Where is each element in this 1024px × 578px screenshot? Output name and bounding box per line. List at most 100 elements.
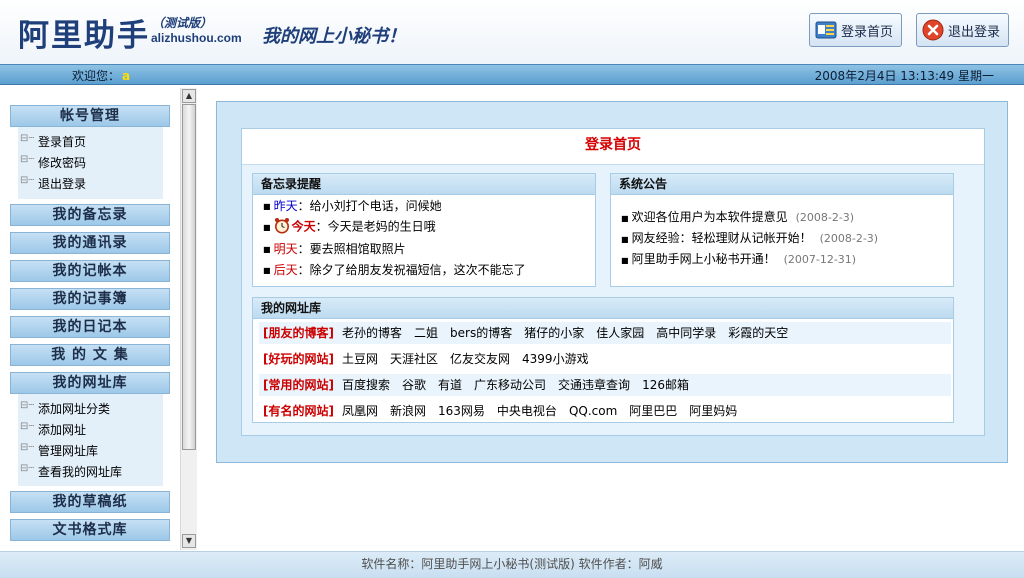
bullet-icon: ■ bbox=[263, 266, 271, 275]
link-site[interactable]: 阿里巴巴 bbox=[629, 404, 677, 418]
app-header: 阿里助手 （测试版） alizhushou.com 我的网上小秘书！ 登录首页 … bbox=[0, 0, 1024, 64]
sidebar-head-diary[interactable]: 我的日记本 bbox=[10, 316, 170, 338]
link-site[interactable]: QQ.com bbox=[569, 404, 617, 418]
tree-line-icon: ⊟┄ bbox=[20, 421, 35, 432]
sidebar-item-label: 添加网址分类 bbox=[38, 402, 111, 416]
link-site[interactable]: 佳人家园 bbox=[596, 326, 644, 340]
sidebar-head-notebook[interactable]: 我的记事簿 bbox=[10, 288, 170, 310]
tree-line-icon: ⊟┄ bbox=[20, 175, 35, 186]
sidebar-links-group: ⊟┄ 添加网址分类 ⊟┄ 添加网址 ⊟┄ 管理网址库 ⊟┄ 查看我的网址库 bbox=[18, 394, 163, 486]
current-datetime: 2008年2月4日 13:13:49 星期一 bbox=[814, 69, 994, 83]
link-site[interactable]: 中央电视台 bbox=[497, 404, 557, 418]
sidebar-head-account[interactable]: 帐号管理 bbox=[10, 105, 170, 127]
link-site[interactable]: 二姐 bbox=[414, 326, 438, 340]
sidebar-item-login-home[interactable]: ⊟┄ 登录首页 bbox=[20, 133, 86, 150]
link-site[interactable]: 有道 bbox=[438, 378, 462, 392]
link-row: [常用的网站] 百度搜索 谷歌 有道 广东移动公司 交通违章查询 126邮箱 bbox=[259, 374, 951, 396]
notice-item[interactable]: ■ 网友经验：轻松理财从记帐开始！ (2008-2-3) bbox=[621, 229, 878, 246]
logout-button[interactable]: 退出登录 bbox=[916, 13, 1009, 47]
tree-line-icon: ⊟┄ bbox=[20, 400, 35, 411]
memo-item[interactable]: ■ 后天：除夕了给朋友发祝福短信，这次不能忘了 bbox=[263, 261, 526, 278]
notice-text: 阿里助手网上小秘书开通！ bbox=[631, 252, 776, 266]
link-site[interactable]: 百度搜索 bbox=[342, 378, 390, 392]
scroll-up-icon[interactable]: ▲ bbox=[182, 89, 196, 103]
link-site[interactable]: 谷歌 bbox=[402, 378, 426, 392]
logo-domain: alizhushou.com bbox=[151, 31, 242, 45]
content-panel: 登录首页 备忘录提醒 ■ 昨天：给小刘打个电话，问候她 ■ 今天：今天是老妈的生日… bbox=[241, 128, 985, 436]
memo-day-label: 后天 bbox=[273, 263, 298, 277]
sidebar-item-manage-links[interactable]: ⊟┄ 管理网址库 bbox=[20, 442, 99, 459]
sidebar-item-logout[interactable]: ⊟┄ 退出登录 bbox=[20, 175, 86, 192]
sidebar-item-add-link[interactable]: ⊟┄ 添加网址 bbox=[20, 421, 87, 438]
sidebar-head-accounts-book[interactable]: 我的记帐本 bbox=[10, 260, 170, 282]
memo-panel-title: 备忘录提醒 bbox=[253, 174, 595, 195]
sidebar-scrollbar[interactable]: ▲ ▼ bbox=[180, 88, 197, 550]
sidebar-item-label: 添加网址 bbox=[38, 423, 87, 437]
welcome-text: 欢迎您： a bbox=[72, 67, 130, 84]
bullet-icon: ■ bbox=[263, 245, 271, 254]
link-site[interactable]: bers的博客 bbox=[450, 326, 512, 340]
alarm-clock-icon bbox=[274, 217, 290, 237]
sidebar-head-memo[interactable]: 我的备忘录 bbox=[10, 204, 170, 226]
link-site[interactable]: 163网易 bbox=[438, 404, 485, 418]
logout-x-icon bbox=[922, 19, 944, 41]
link-site[interactable]: 高中同学录 bbox=[656, 326, 716, 340]
link-site[interactable]: 凤凰网 bbox=[342, 404, 378, 418]
notice-item[interactable]: ■ 阿里助手网上小秘书开通！ (2007-12-31) bbox=[621, 250, 856, 267]
bullet-icon: ■ bbox=[263, 222, 271, 232]
sidebar-item-label: 管理网址库 bbox=[38, 444, 99, 458]
logo-edition: （测试版） bbox=[152, 16, 213, 30]
sidebar-item-change-password[interactable]: ⊟┄ 修改密码 bbox=[20, 154, 86, 171]
link-site[interactable]: 老孙的博客 bbox=[342, 326, 402, 340]
memo-item[interactable]: ■ 今天：今天是老妈的生日哦 bbox=[263, 217, 436, 237]
logout-button-label: 退出登录 bbox=[948, 24, 1001, 40]
tree-line-icon: ⊟┄ bbox=[20, 154, 35, 165]
link-site[interactable]: 4399小游戏 bbox=[522, 352, 589, 366]
memo-item[interactable]: ■ 明天：要去照相馆取照片 bbox=[263, 240, 406, 257]
tree-line-icon: ⊟┄ bbox=[20, 442, 35, 453]
scroll-down-icon[interactable]: ▼ bbox=[182, 534, 196, 548]
memo-day-label: 今天 bbox=[291, 219, 316, 234]
home-page-icon bbox=[815, 19, 837, 41]
sidebar-item-add-category[interactable]: ⊟┄ 添加网址分类 bbox=[20, 400, 111, 417]
username: a bbox=[122, 69, 131, 83]
link-row: [朋友的博客] 老孙的博客 二姐 bers的博客 猪仔的小家 佳人家园 高中同学录 彩霞的天空 bbox=[259, 322, 951, 344]
bullet-icon: ■ bbox=[263, 202, 271, 211]
link-category[interactable]: [有名的网站] bbox=[263, 404, 334, 418]
memo-panel: 备忘录提醒 ■ 昨天：给小刘打个电话，问候她 ■ 今天：今天是老妈的生日哦 ■ 明天… bbox=[252, 173, 596, 287]
link-site[interactable]: 交通违章查询 bbox=[558, 378, 630, 392]
sidebar-head-drafts[interactable]: 我的草稿纸 bbox=[10, 491, 170, 513]
notice-date: (2007-12-31) bbox=[783, 253, 857, 266]
link-site[interactable]: 阿里妈妈 bbox=[689, 404, 737, 418]
sidebar-item-view-links[interactable]: ⊟┄ 查看我的网址库 bbox=[20, 463, 123, 480]
link-site[interactable]: 广东移动公司 bbox=[474, 378, 546, 392]
links-panel-title: 我的网址库 bbox=[253, 298, 953, 319]
link-site[interactable]: 126邮箱 bbox=[642, 378, 689, 392]
memo-item[interactable]: ■ 昨天：给小刘打个电话，问候她 bbox=[263, 197, 442, 214]
sidebar-item-label: 查看我的网址库 bbox=[38, 465, 123, 479]
memo-text: ：除夕了给朋友发祝福短信，这次不能忘了 bbox=[297, 263, 526, 277]
link-site[interactable]: 新浪网 bbox=[390, 404, 426, 418]
sidebar-head-essays[interactable]: 我 的 文 集 bbox=[10, 344, 170, 366]
link-site[interactable]: 土豆网 bbox=[342, 352, 378, 366]
link-site[interactable]: 天涯社区 bbox=[390, 352, 438, 366]
sidebar-head-doc-formats[interactable]: 文书格式库 bbox=[10, 519, 170, 541]
links-panel: 我的网址库 [朋友的博客] 老孙的博客 二姐 bers的博客 猪仔的小家 佳人家园 高中同学… bbox=[252, 297, 954, 423]
scroll-thumb[interactable] bbox=[182, 104, 196, 450]
link-category[interactable]: [朋友的博客] bbox=[263, 326, 334, 340]
memo-day-label: 昨天 bbox=[273, 199, 298, 213]
link-category[interactable]: [常用的网站] bbox=[263, 378, 334, 392]
home-button[interactable]: 登录首页 bbox=[809, 13, 902, 47]
link-site[interactable]: 彩霞的天空 bbox=[728, 326, 788, 340]
notice-panel: 系统公告 ■ 欢迎各位用户为本软件提意见 (2008-2-3) ■ 网友经验：轻松理财… bbox=[610, 173, 954, 287]
link-site[interactable]: 亿友交友网 bbox=[450, 352, 510, 366]
sidebar-head-contacts[interactable]: 我的通讯录 bbox=[10, 232, 170, 254]
link-site[interactable]: 猪仔的小家 bbox=[524, 326, 584, 340]
slogan: 我的网上小秘书！ bbox=[262, 26, 406, 47]
sidebar-account-group: ⊟┄ 登录首页 ⊟┄ 修改密码 ⊟┄ 退出登录 bbox=[18, 127, 163, 199]
notice-item[interactable]: ■ 欢迎各位用户为本软件提意见 (2008-2-3) bbox=[621, 208, 854, 225]
link-category[interactable]: [好玩的网站] bbox=[263, 352, 334, 366]
sidebar-head-links[interactable]: 我的网址库 bbox=[10, 372, 170, 394]
logo-text: 阿里助手 bbox=[18, 18, 150, 54]
page-title: 登录首页 bbox=[242, 129, 984, 165]
